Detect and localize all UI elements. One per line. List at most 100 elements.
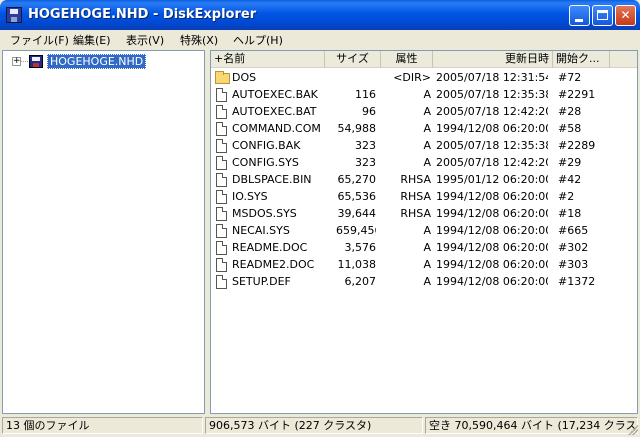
file-size: 39,644 [337, 207, 377, 220]
file-icon [216, 275, 227, 289]
folder-icon [215, 71, 230, 84]
file-size: 96 [362, 105, 376, 118]
file-attr: A [423, 275, 431, 288]
status-file-count: 13 個のファイル [2, 417, 203, 434]
file-cluster: #302 [558, 241, 589, 254]
column-header-date[interactable]: 更新日時 [433, 51, 553, 68]
file-date: 1994/12/08 06:20:00 [436, 122, 548, 135]
file-date: 2005/07/18 12:31:54 [436, 71, 548, 84]
minimize-icon [575, 19, 583, 22]
list-item[interactable]: README2.DOC 11,038 A 1994/12/08 06:20:00… [211, 256, 637, 273]
file-cluster: #28 [558, 105, 582, 118]
app-disk-icon[interactable] [6, 7, 22, 23]
file-name: AUTOEXEC.BAK [232, 88, 318, 101]
folder-tree[interactable]: + HOGEHOGE.NHD [2, 50, 205, 414]
tree-connector [21, 61, 28, 62]
list-item[interactable]: COMMAND.COM 54,988 A 1994/12/08 06:20:00… [211, 120, 637, 137]
file-date: 2005/07/18 12:42:20 [436, 105, 548, 118]
file-attr: RHSA [400, 173, 431, 186]
list-item[interactable]: DOS <DIR> 2005/07/18 12:31:54 #72 [211, 69, 637, 86]
title-bar[interactable]: HOGEHOGE.NHD - DiskExplorer ✕ [0, 0, 640, 30]
file-cluster: #1372 [558, 275, 596, 288]
file-size: 323 [355, 156, 376, 169]
maximize-button[interactable] [592, 5, 613, 26]
menu-edit[interactable]: 編集(E) [73, 32, 111, 48]
file-date: 2005/07/18 12:42:20 [436, 156, 548, 169]
file-size: 659,456 [336, 224, 376, 237]
maximize-icon [597, 10, 608, 20]
file-cluster: #58 [558, 122, 582, 135]
file-date: 2005/07/18 12:35:38 [436, 139, 548, 152]
file-icon [216, 156, 227, 170]
menu-view[interactable]: 表示(V) [126, 32, 164, 48]
file-icon [216, 173, 227, 187]
file-name: MSDOS.SYS [232, 207, 297, 220]
column-header-cluster[interactable]: 開始ク... [553, 51, 610, 68]
menu-file[interactable]: ファイル(F) [10, 32, 69, 48]
file-name: NECAI.SYS [232, 224, 290, 237]
file-cluster: #303 [558, 258, 589, 271]
file-size: 11,038 [337, 258, 377, 271]
menu-help[interactable]: ヘルプ(H) [233, 32, 283, 48]
list-item[interactable]: CONFIG.SYS 323 A 2005/07/18 12:42:20 #29 [211, 154, 637, 171]
tree-expand-icon[interactable]: + [12, 57, 21, 66]
resize-grip[interactable] [628, 425, 638, 435]
file-name: CONFIG.SYS [232, 156, 299, 169]
file-size: 323 [355, 139, 376, 152]
file-attr: A [423, 224, 431, 237]
file-list[interactable]: +名前 サイズ 属性 更新日時 開始ク... DOS <DIR> 2005/07… [210, 50, 638, 414]
file-attr: RHSA [400, 207, 431, 220]
status-free-space: 空き 70,590,464 バイト (17,234 クラスタ) [425, 417, 638, 434]
tree-item-root[interactable]: HOGEHOGE.NHD [47, 54, 147, 69]
file-cluster: #2 [558, 190, 575, 203]
file-size: 116 [355, 88, 376, 101]
file-size: 65,536 [337, 190, 377, 203]
list-item[interactable]: DBLSPACE.BIN 65,270 RHSA 1995/01/12 06:2… [211, 171, 637, 188]
file-icon [216, 105, 227, 119]
file-icon [216, 139, 227, 153]
file-icon [216, 190, 227, 204]
file-name: README2.DOC [232, 258, 315, 271]
file-name: README.DOC [232, 241, 308, 254]
file-attr: A [423, 241, 431, 254]
window-title: HOGEHOGE.NHD - DiskExplorer [28, 7, 257, 22]
file-date: 1994/12/08 06:20:00 [436, 275, 548, 288]
column-header-size[interactable]: サイズ [325, 51, 381, 68]
file-size: 65,270 [337, 173, 377, 186]
list-item[interactable]: MSDOS.SYS 39,644 RHSA 1994/12/08 06:20:0… [211, 205, 637, 222]
file-size: 3,576 [344, 241, 377, 254]
file-date: 1995/01/12 06:20:00 [436, 173, 548, 186]
file-attr: A [423, 105, 431, 118]
close-button[interactable]: ✕ [615, 5, 636, 26]
file-date: 2005/07/18 12:35:38 [436, 88, 548, 101]
file-size [336, 69, 376, 86]
list-item[interactable]: README.DOC 3,576 A 1994/12/08 06:20:00 #… [211, 239, 637, 256]
status-bar: 13 個のファイル 906,573 バイト (227 クラスタ) 空き 70,5… [0, 415, 640, 437]
list-item[interactable]: CONFIG.BAK 323 A 2005/07/18 12:35:38 #22… [211, 137, 637, 154]
file-rows: DOS <DIR> 2005/07/18 12:31:54 #72 AUTOEX… [211, 69, 637, 290]
list-item[interactable]: IO.SYS 65,536 RHSA 1994/12/08 06:20:00 #… [211, 188, 637, 205]
file-attr: A [423, 139, 431, 152]
file-date: 1994/12/08 06:20:00 [436, 241, 548, 254]
file-icon [216, 88, 227, 102]
list-item[interactable]: NECAI.SYS 659,456 A 1994/12/08 06:20:00 … [211, 222, 637, 239]
file-attr: A [423, 258, 431, 271]
file-cluster: #2289 [558, 139, 596, 152]
file-cluster: #18 [558, 207, 582, 220]
minimize-button[interactable] [569, 5, 590, 26]
column-header-attr[interactable]: 属性 [381, 51, 433, 68]
menu-special[interactable]: 特殊(X) [180, 32, 218, 48]
list-item[interactable]: AUTOEXEC.BAT 96 A 2005/07/18 12:42:20 #2… [211, 103, 637, 120]
status-total-size: 906,573 バイト (227 クラスタ) [205, 417, 423, 434]
file-attr: <DIR> [393, 71, 431, 84]
file-cluster: #72 [558, 71, 582, 84]
file-attr: A [423, 88, 431, 101]
list-item[interactable]: SETUP.DEF 6,207 A 1994/12/08 06:20:00 #1… [211, 273, 637, 290]
list-item[interactable]: AUTOEXEC.BAK 116 A 2005/07/18 12:35:38 #… [211, 86, 637, 103]
file-icon [216, 241, 227, 255]
file-name: IO.SYS [232, 190, 268, 203]
file-icon [216, 122, 227, 136]
file-cluster: #29 [558, 156, 582, 169]
file-date: 1994/12/08 06:20:00 [436, 207, 548, 220]
column-header-name[interactable]: +名前 [211, 51, 325, 68]
